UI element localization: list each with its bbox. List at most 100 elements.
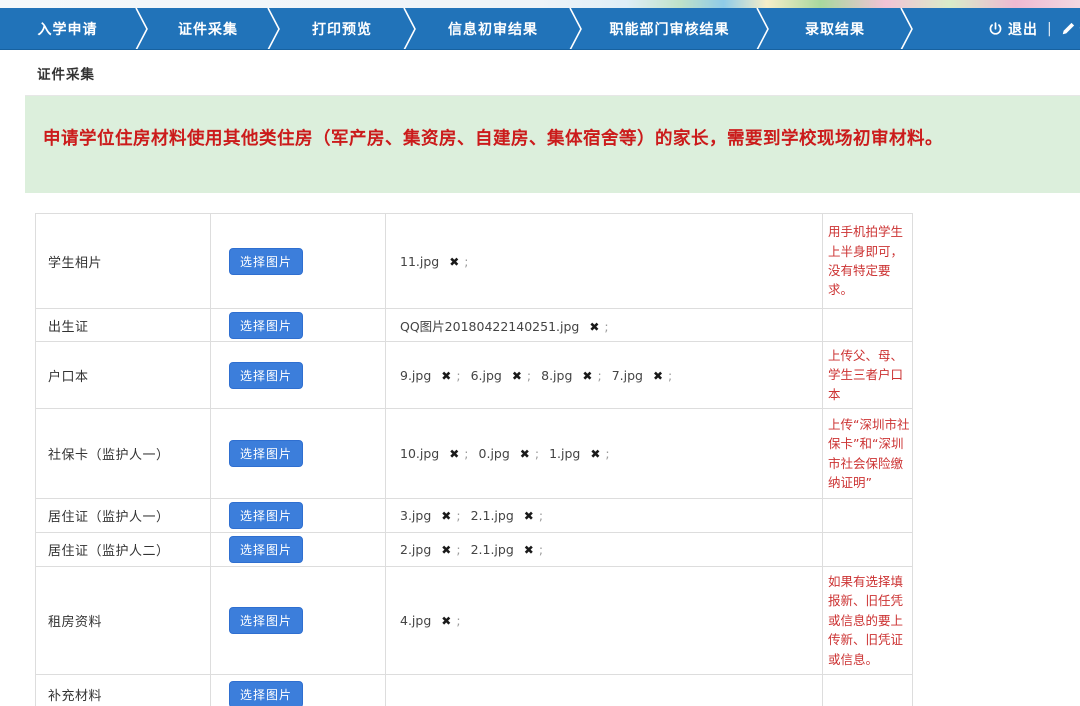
remove-file-icon[interactable]: ✖: [441, 543, 451, 557]
pencil-icon: [1061, 22, 1075, 36]
remove-file-icon[interactable]: ✖: [590, 447, 600, 461]
file-separator: ;: [456, 542, 460, 557]
nav-divider: |: [1047, 21, 1052, 37]
table-row: 社保卡（监护人一）选择图片10.jpg✖;0.jpg✖;1.jpg✖;上传“深圳…: [36, 409, 913, 499]
row-label: 补充材料: [36, 675, 211, 706]
row-label: 居住证（监护人一）: [36, 499, 211, 533]
remove-file-icon[interactable]: ✖: [512, 369, 522, 383]
choose-image-button[interactable]: 选择图片: [229, 248, 303, 275]
remove-file-icon[interactable]: ✖: [524, 543, 534, 557]
logout-label: 退出: [1008, 19, 1038, 39]
nav-step-4[interactable]: 信息初审结果: [417, 8, 569, 49]
file-separator: ;: [535, 446, 539, 461]
remove-file-icon[interactable]: ✖: [520, 447, 530, 461]
file-separator: ;: [539, 542, 543, 557]
choose-image-button[interactable]: 选择图片: [229, 362, 303, 389]
uploaded-files-cell: 4.jpg✖;: [386, 567, 823, 675]
file-name: 0.jpg: [479, 446, 510, 461]
uploaded-file: 0.jpg ✖;: [479, 446, 546, 461]
remove-file-icon[interactable]: ✖: [589, 320, 599, 334]
file-separator: ;: [464, 446, 468, 461]
uploaded-file: 2.1.jpg ✖;: [471, 508, 549, 523]
row-label: 学生相片: [36, 214, 211, 309]
nav-step-5[interactable]: 职能部门审核结果: [583, 8, 756, 49]
edit-info-button[interactable]: 修: [1061, 19, 1080, 39]
button-cell: 选择图片: [211, 675, 386, 706]
remove-file-icon[interactable]: ✖: [653, 369, 663, 383]
remove-file-icon[interactable]: ✖: [449, 447, 459, 461]
file-name: QQ图片20180422140251.jpg: [400, 319, 579, 334]
chevron-separator-icon: [267, 8, 281, 50]
remove-file-icon[interactable]: ✖: [441, 614, 451, 628]
choose-image-button[interactable]: 选择图片: [229, 440, 303, 467]
remove-file-icon[interactable]: ✖: [441, 369, 451, 383]
row-label: 居住证（监护人二）: [36, 533, 211, 567]
notice-text: 申请学位住房材料使用其他类住房（军产房、集资房、自建房、集体宿舍等）的家长，需要…: [43, 126, 1060, 152]
uploaded-file: 2.1.jpg ✖;: [471, 542, 549, 557]
uploaded-files-cell: QQ图片20180422140251.jpg ✖;: [386, 309, 823, 342]
button-cell: 选择图片: [211, 309, 386, 342]
row-note: 上传父、母、学生三者户口本: [823, 342, 913, 409]
uploaded-file: 7.jpg ✖;: [612, 368, 679, 383]
chevron-separator-icon: [756, 8, 770, 50]
choose-image-button[interactable]: 选择图片: [229, 681, 303, 706]
row-label: 户口本: [36, 342, 211, 409]
uploaded-file: 9.jpg✖;: [400, 368, 467, 383]
file-separator: ;: [597, 368, 601, 383]
row-label: 租房资料: [36, 567, 211, 675]
table-row: 居住证（监护人二） 选择图片 2.jpg ✖; 2.1.jpg ✖;: [36, 533, 913, 567]
uploaded-files-cell: 11.jpg✖;: [386, 214, 823, 309]
file-name: 11.jpg: [400, 254, 439, 269]
button-cell: 选择图片: [211, 567, 386, 675]
remove-file-icon[interactable]: ✖: [441, 509, 451, 523]
file-separator: ;: [527, 368, 531, 383]
remove-file-icon[interactable]: ✖: [582, 369, 592, 383]
file-separator: ;: [456, 508, 460, 523]
table-row: 户口本选择图片9.jpg✖;6.jpg✖;8.jpg✖;7.jpg✖;上传父、母…: [36, 342, 913, 409]
remove-file-icon[interactable]: ✖: [524, 509, 534, 523]
uploaded-files-cell: 2.jpg ✖; 2.1.jpg ✖;: [386, 533, 823, 567]
file-separator: ;: [605, 446, 609, 461]
choose-image-button[interactable]: 选择图片: [229, 502, 303, 529]
chevron-separator-icon: [135, 8, 149, 50]
chevron-separator-icon: [403, 8, 417, 50]
nav-step-1[interactable]: 入学申请: [0, 8, 135, 49]
table-row: 租房资料选择图片4.jpg✖;如果有选择填报新、旧任凭或信息的要上传新、旧凭证或…: [36, 567, 913, 675]
file-name: 2.jpg: [400, 542, 431, 557]
file-separator: ;: [668, 368, 672, 383]
uploaded-file: 10.jpg ✖;: [400, 446, 475, 461]
remove-file-icon[interactable]: ✖: [449, 255, 459, 269]
nav-step-2[interactable]: 证件采集: [149, 8, 267, 49]
uploaded-file: 3.jpg ✖;: [400, 508, 467, 523]
row-label: 出生证: [36, 309, 211, 342]
table-row: 补充材料选择图片: [36, 675, 913, 706]
decorative-banner: [0, 0, 1080, 8]
table-row: 学生相片选择图片11.jpg✖;用手机拍学生上半身即可，没有特定要求。: [36, 214, 913, 309]
row-note: 用手机拍学生上半身即可，没有特定要求。: [823, 214, 913, 309]
uploaded-file: 11.jpg✖;: [400, 254, 475, 269]
file-name: 10.jpg: [400, 446, 439, 461]
uploaded-file: 8.jpg ✖;: [541, 368, 608, 383]
choose-image-button[interactable]: 选择图片: [229, 536, 303, 563]
file-separator: ;: [604, 319, 608, 334]
choose-image-button[interactable]: 选择图片: [229, 607, 303, 634]
file-name: 3.jpg: [400, 508, 431, 523]
choose-image-button[interactable]: 选择图片: [229, 312, 303, 339]
nav-step-list: 入学申请证件采集打印预览信息初审结果职能部门审核结果录取结果: [0, 8, 914, 49]
nav-step-6[interactable]: 录取结果: [770, 8, 900, 49]
file-name: 6.jpg: [471, 368, 502, 383]
file-separator: ;: [539, 508, 543, 523]
uploaded-file: QQ图片20180422140251.jpg ✖;: [400, 319, 615, 334]
file-name: 9.jpg: [400, 368, 431, 383]
nav-step-3[interactable]: 打印预览: [281, 8, 403, 49]
file-name: 8.jpg: [541, 368, 572, 383]
uploaded-files-cell: 9.jpg✖;6.jpg✖;8.jpg✖;7.jpg✖;: [386, 342, 823, 409]
file-name: 2.1.jpg: [471, 542, 514, 557]
button-cell: 选择图片: [211, 342, 386, 409]
top-navbar: 入学申请证件采集打印预览信息初审结果职能部门审核结果录取结果 退出 | 修: [0, 8, 1080, 50]
logout-button[interactable]: 退出: [988, 19, 1038, 39]
file-name: 7.jpg: [612, 368, 643, 383]
uploaded-files-cell: [386, 675, 823, 706]
file-separator: ;: [456, 613, 460, 628]
file-name: 2.1.jpg: [471, 508, 514, 523]
